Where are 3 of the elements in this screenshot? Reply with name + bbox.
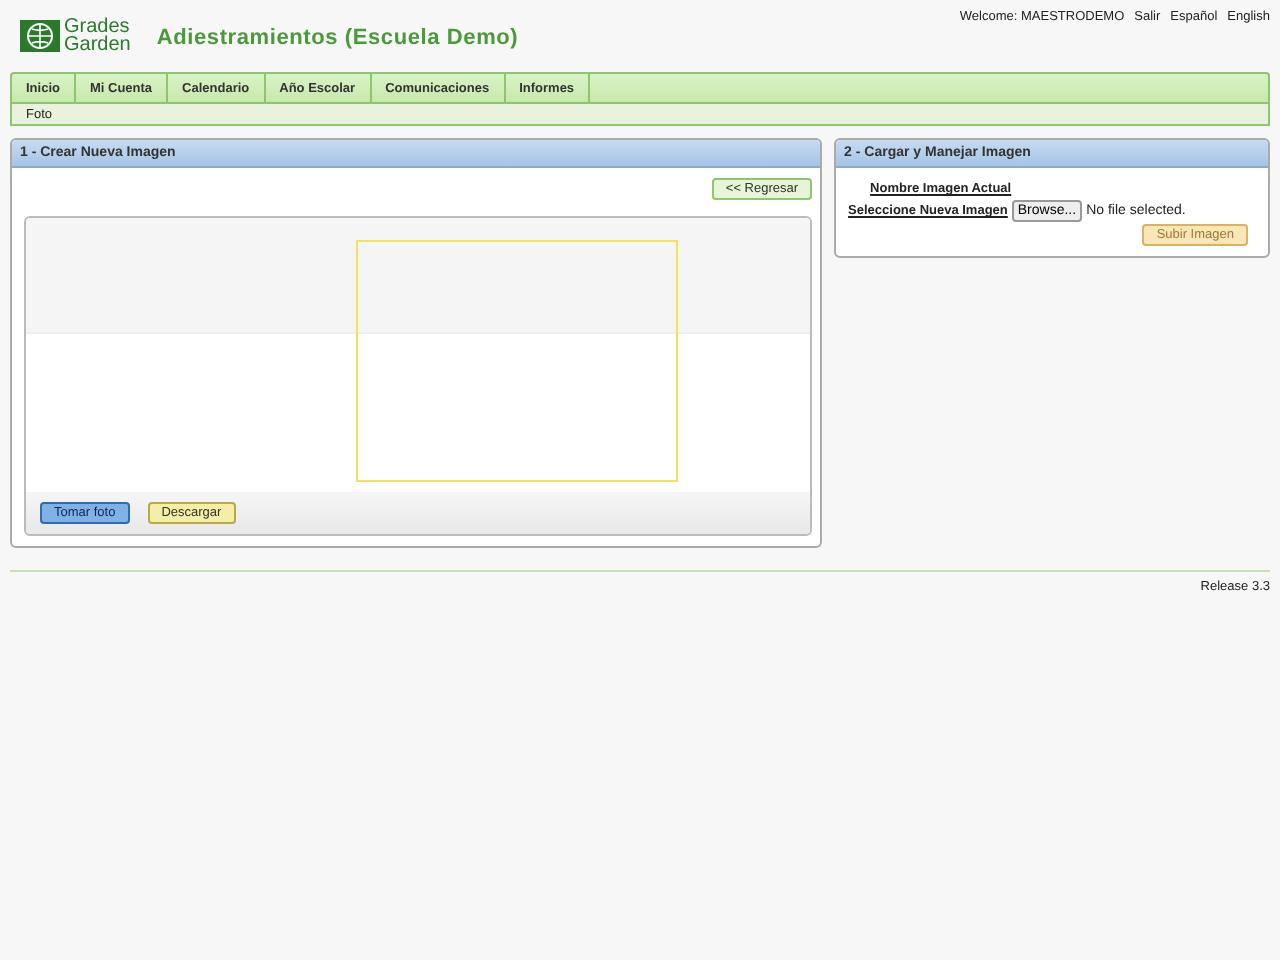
- page-title: Adiestramientos (Escuela Demo): [156, 26, 519, 50]
- logo-text: Grades Garden: [64, 18, 131, 54]
- globe-logo-icon: [20, 20, 60, 52]
